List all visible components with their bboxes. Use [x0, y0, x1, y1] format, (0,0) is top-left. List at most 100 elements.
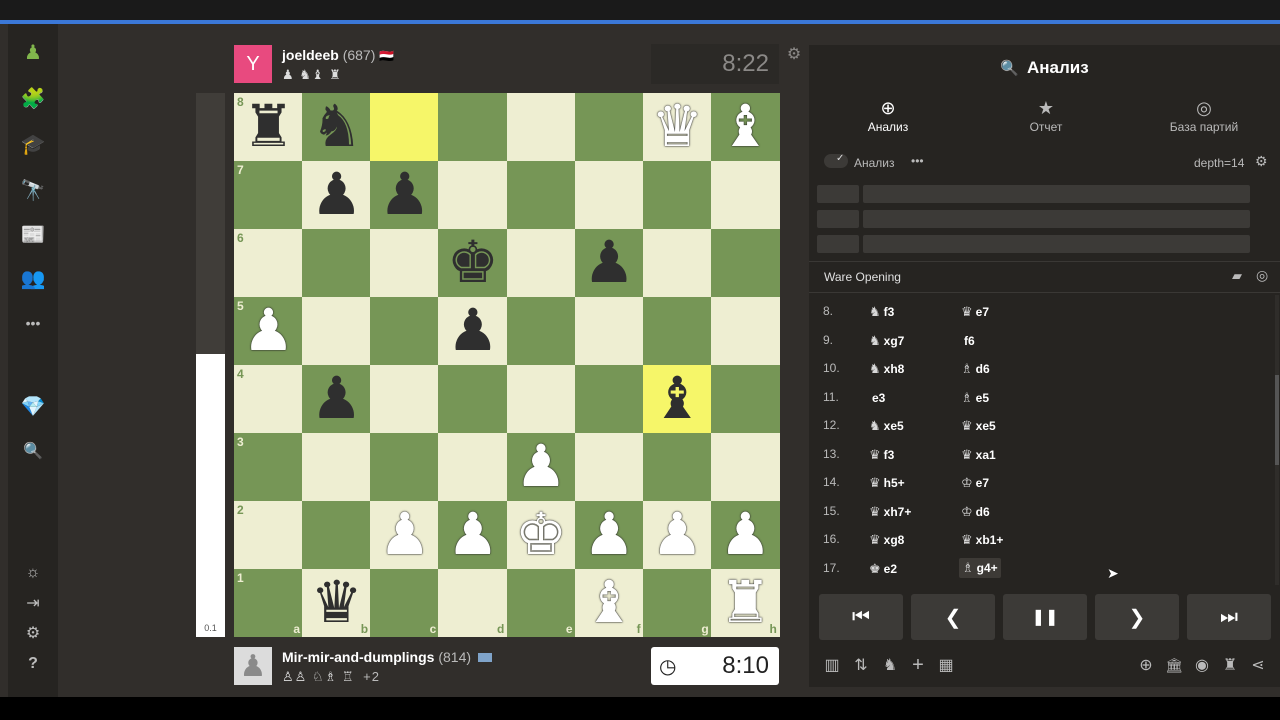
square-c8[interactable] [370, 93, 440, 161]
square-b8[interactable]: ♞ [302, 93, 372, 161]
square-g6[interactable] [642, 229, 712, 297]
black-move[interactable]: ♗ g4+ [959, 557, 1001, 578]
last-move-button[interactable]: ⏭ [1187, 594, 1271, 640]
book-icon[interactable]: ▰ [1232, 268, 1242, 284]
help-icon[interactable]: ? [22, 653, 44, 675]
square-a4[interactable]: 4 [234, 365, 303, 433]
square-b5[interactable] [302, 297, 372, 365]
black-piece[interactable]: ♟ [583, 229, 635, 297]
square-g1[interactable]: g [642, 569, 712, 637]
square-h1[interactable]: h ♜ [710, 569, 780, 637]
square-e2[interactable]: ♚ [506, 501, 576, 569]
square-c5[interactable] [370, 297, 440, 365]
chess-board[interactable]: 8 ♜ ♞ ♛ ♝ 7 ♟ ♟ 6 ♚ ♟ 5 ♟ ♟ 4 ♟ ♝ 3 ♟ 2 ♟ ♟ ♚ ♟ ♟ ♟ 1 a b ♛ c d e f ♝ g h ♜ [234, 93, 780, 637]
play-icon[interactable]: ♟ [20, 40, 46, 66]
square-c3[interactable] [370, 433, 440, 501]
square-f5[interactable] [574, 297, 644, 365]
square-d4[interactable] [438, 365, 508, 433]
square-d7[interactable] [438, 161, 508, 229]
square-g2[interactable]: ♟ [642, 501, 712, 569]
white-piece[interactable]: ♛ [651, 93, 703, 161]
engine-line[interactable] [817, 210, 1260, 228]
square-f4[interactable] [574, 365, 644, 433]
black-piece[interactable]: ♟ [447, 297, 499, 365]
white-move[interactable]: ♛ xh7+ [869, 504, 911, 520]
theme-icon[interactable]: ☼ [22, 562, 44, 584]
square-g7[interactable] [642, 161, 712, 229]
white-piece[interactable]: ♟ [515, 433, 567, 501]
square-b7[interactable]: ♟ [302, 161, 372, 229]
engine-settings-icon[interactable]: ⚙ [1255, 153, 1268, 170]
white-move[interactable]: ♞ f3 [869, 304, 894, 320]
more-icon[interactable]: ••• [20, 310, 46, 336]
gear-icon[interactable]: ⚙ [785, 45, 803, 63]
pause-button[interactable]: ❚❚ [1003, 594, 1087, 640]
square-e6[interactable] [506, 229, 576, 297]
square-f8[interactable] [574, 93, 644, 161]
square-c7[interactable]: ♟ [370, 161, 440, 229]
top-player-name[interactable]: joeldeeb [282, 47, 339, 63]
previous-move-button[interactable]: ❮ [911, 594, 995, 640]
square-e3[interactable]: ♟ [506, 433, 576, 501]
square-f6[interactable]: ♟ [574, 229, 644, 297]
flip-board-icon[interactable]: ⇅ [850, 654, 872, 676]
square-h4[interactable] [710, 365, 780, 433]
top-player-avatar[interactable]: Y [234, 45, 272, 83]
black-move[interactable]: ♔ d6 [961, 504, 990, 520]
black-move[interactable]: ♛ xa1 [961, 447, 996, 463]
white-piece[interactable]: ♟ [719, 501, 771, 569]
engine-line[interactable] [817, 235, 1260, 253]
square-a3[interactable]: 3 [234, 433, 303, 501]
black-piece[interactable]: ♟ [311, 161, 363, 229]
square-e5[interactable] [506, 297, 576, 365]
square-f1[interactable]: f ♝ [574, 569, 644, 637]
opening-name[interactable]: Ware Opening [824, 270, 901, 284]
black-move[interactable]: ♛ xb1+ [961, 532, 1003, 548]
move-list-scrollbar[interactable] [1275, 295, 1279, 585]
white-move[interactable]: ♛ f3 [869, 447, 894, 463]
black-move[interactable]: ♗ e5 [961, 390, 989, 406]
white-move[interactable]: ♞ xe5 [869, 418, 904, 434]
square-c4[interactable] [370, 365, 440, 433]
bottom-player-name[interactable]: Mir-mir-and-dumplings [282, 649, 434, 665]
square-g3[interactable] [642, 433, 712, 501]
white-piece[interactable]: ♟ [583, 501, 635, 569]
white-piece[interactable]: ♝ [719, 93, 771, 161]
white-move[interactable]: ♚ e2 [869, 561, 897, 577]
add-icon[interactable]: + [907, 654, 929, 676]
square-a7[interactable]: 7 [234, 161, 303, 229]
white-move[interactable]: ♛ h5+ [869, 475, 905, 491]
board-editor-icon[interactable]: ▦ [935, 654, 957, 676]
next-move-button[interactable]: ❯ [1095, 594, 1179, 640]
square-c2[interactable]: ♟ [370, 501, 440, 569]
square-f2[interactable]: ♟ [574, 501, 644, 569]
news-icon[interactable]: 📰 [20, 222, 46, 248]
square-f7[interactable] [574, 161, 644, 229]
search-icon[interactable]: 🔍 [20, 439, 46, 465]
learn-icon[interactable]: 🎓 [20, 132, 46, 158]
engine-line[interactable] [817, 185, 1260, 203]
tab-analysis[interactable]: ⊕ Анализ [813, 92, 963, 144]
square-b1[interactable]: b ♛ [302, 569, 372, 637]
square-a6[interactable]: 6 [234, 229, 303, 297]
square-b2[interactable] [302, 501, 372, 569]
explorer-icon[interactable]: ◎ [1256, 267, 1268, 284]
black-move[interactable]: ♗ d6 [961, 361, 990, 377]
more-options-icon[interactable]: ••• [911, 154, 924, 168]
black-piece[interactable]: ♟ [311, 365, 363, 433]
square-d6[interactable]: ♚ [438, 229, 508, 297]
square-c6[interactable] [370, 229, 440, 297]
white-move[interactable]: ♛ xg8 [869, 532, 904, 548]
black-move[interactable]: ♛ xe5 [961, 418, 996, 434]
social-icon[interactable]: 👥 [20, 266, 46, 292]
watch-icon[interactable]: 🔭 [20, 178, 46, 204]
white-piece[interactable]: ♟ [651, 501, 703, 569]
square-e7[interactable] [506, 161, 576, 229]
square-g4[interactable]: ♝ [642, 365, 712, 433]
black-piece[interactable]: ♛ [311, 569, 363, 637]
white-piece[interactable]: ♟ [243, 297, 295, 365]
white-piece[interactable]: ♟ [379, 501, 431, 569]
library-icon[interactable]: 🏛 [1163, 654, 1185, 676]
square-e8[interactable] [506, 93, 576, 161]
square-a8[interactable]: 8 ♜ [234, 93, 303, 161]
